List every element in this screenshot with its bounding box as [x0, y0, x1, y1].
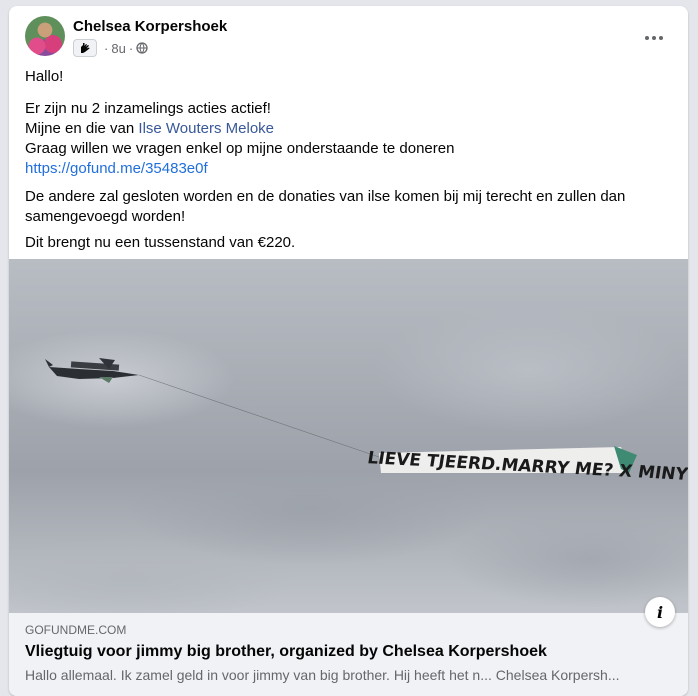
post-greeting: Hallo!	[25, 68, 64, 85]
post-line-1: Er zijn nu 2 inzamelings acties actief!	[25, 100, 271, 117]
link-title[interactable]: Vliegtuig voor jimmy big brother, organi…	[25, 643, 547, 661]
post-text: Hallo! Er zijn nu 2 inzamelings acties a…	[25, 67, 672, 259]
post-line-3: Graag willen we vragen enkel op mijne on…	[25, 140, 455, 157]
link-description: Hallo allemaal. Ik zamel geld in voor ji…	[25, 667, 620, 683]
link-domain: GOFUNDME.COM	[25, 623, 127, 637]
hand-wave-icon[interactable]	[73, 39, 97, 57]
mention-link[interactable]: Ilse Wouters Meloke	[138, 120, 274, 137]
post-paragraph-1: Er zijn nu 2 inzamelings acties actief! …	[25, 99, 672, 179]
banner: LIEVE TJEERD.MARRY ME? X MINY	[366, 446, 688, 485]
link-preview[interactable]: GOFUNDME.COM Vliegtuig voor jimmy big br…	[9, 613, 688, 696]
airplane	[45, 358, 139, 383]
photo-illustration: LIEVE TJEERD.MARRY ME? X MINY	[45, 358, 688, 485]
avatar[interactable]	[25, 16, 65, 56]
author-name[interactable]: Chelsea Korpershoek	[73, 18, 227, 35]
url-link[interactable]: https://gofund.me/35483e0f	[25, 160, 208, 177]
globe-icon[interactable]	[136, 42, 148, 54]
post-paragraph-3: Dit brengt nu een tussenstand van €220.	[25, 234, 296, 251]
post-time[interactable]: 8u	[111, 41, 125, 56]
post-header: Chelsea Korpershoek · 8u ·	[25, 16, 676, 58]
post-paragraph-2: De andere zal gesloten worden en de dona…	[25, 188, 626, 225]
tow-line	[138, 374, 380, 458]
info-icon[interactable]: i	[645, 597, 675, 627]
post-photo[interactable]: LIEVE TJEERD.MARRY ME? X MINY	[9, 259, 688, 613]
meta-separator: ·	[104, 40, 109, 56]
more-dots-icon[interactable]	[640, 24, 668, 52]
post-line-2-prefix: Mijne en die van	[25, 120, 139, 137]
post-card: Chelsea Korpershoek · 8u · Hallo! Er zij…	[9, 6, 688, 696]
post-meta: · 8u ·	[73, 39, 148, 57]
meta-separator-2: ·	[128, 40, 134, 56]
